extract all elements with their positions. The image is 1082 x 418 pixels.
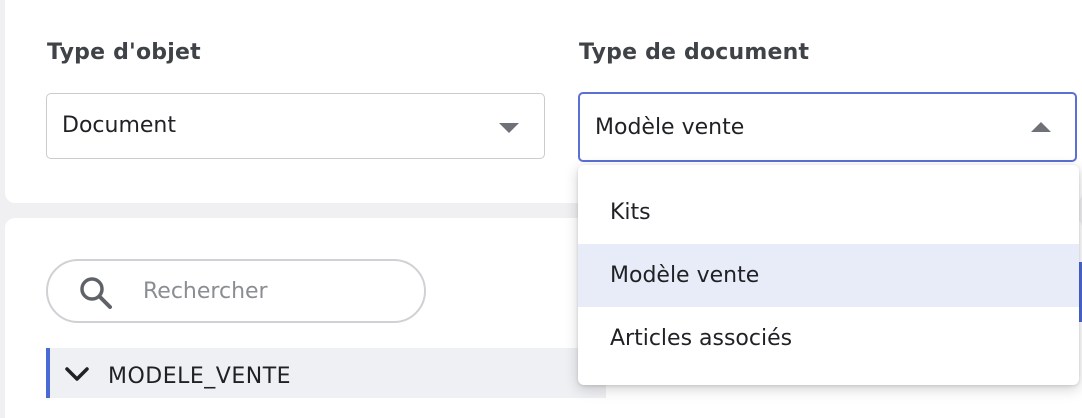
search-input[interactable]: Rechercher	[46, 259, 426, 323]
search-placeholder: Rechercher	[143, 279, 268, 304]
object-type-value: Document	[62, 113, 176, 138]
object-type-select[interactable]: Document	[46, 93, 545, 159]
document-type-dropdown: Kits Modèle vente Articles associés	[578, 165, 1079, 385]
caret-up-icon	[1031, 122, 1051, 132]
chevron-down-icon[interactable]	[64, 365, 90, 383]
document-type-label: Type de document	[579, 40, 810, 65]
option-modele-vente[interactable]: Modèle vente	[578, 244, 1079, 307]
option-kits[interactable]: Kits	[578, 181, 1079, 244]
tree-node-label: MODELE_VENTE	[108, 364, 292, 389]
caret-down-icon	[499, 123, 519, 133]
option-articles-associes[interactable]: Articles associés	[578, 307, 1079, 370]
search-icon	[80, 277, 112, 309]
object-type-label: Type d'objet	[47, 40, 201, 65]
document-type-value: Modèle vente	[595, 115, 745, 140]
tree-node-modele-vente[interactable]: MODELE_VENTE	[46, 348, 606, 398]
document-type-select[interactable]: Modèle vente	[578, 92, 1077, 162]
